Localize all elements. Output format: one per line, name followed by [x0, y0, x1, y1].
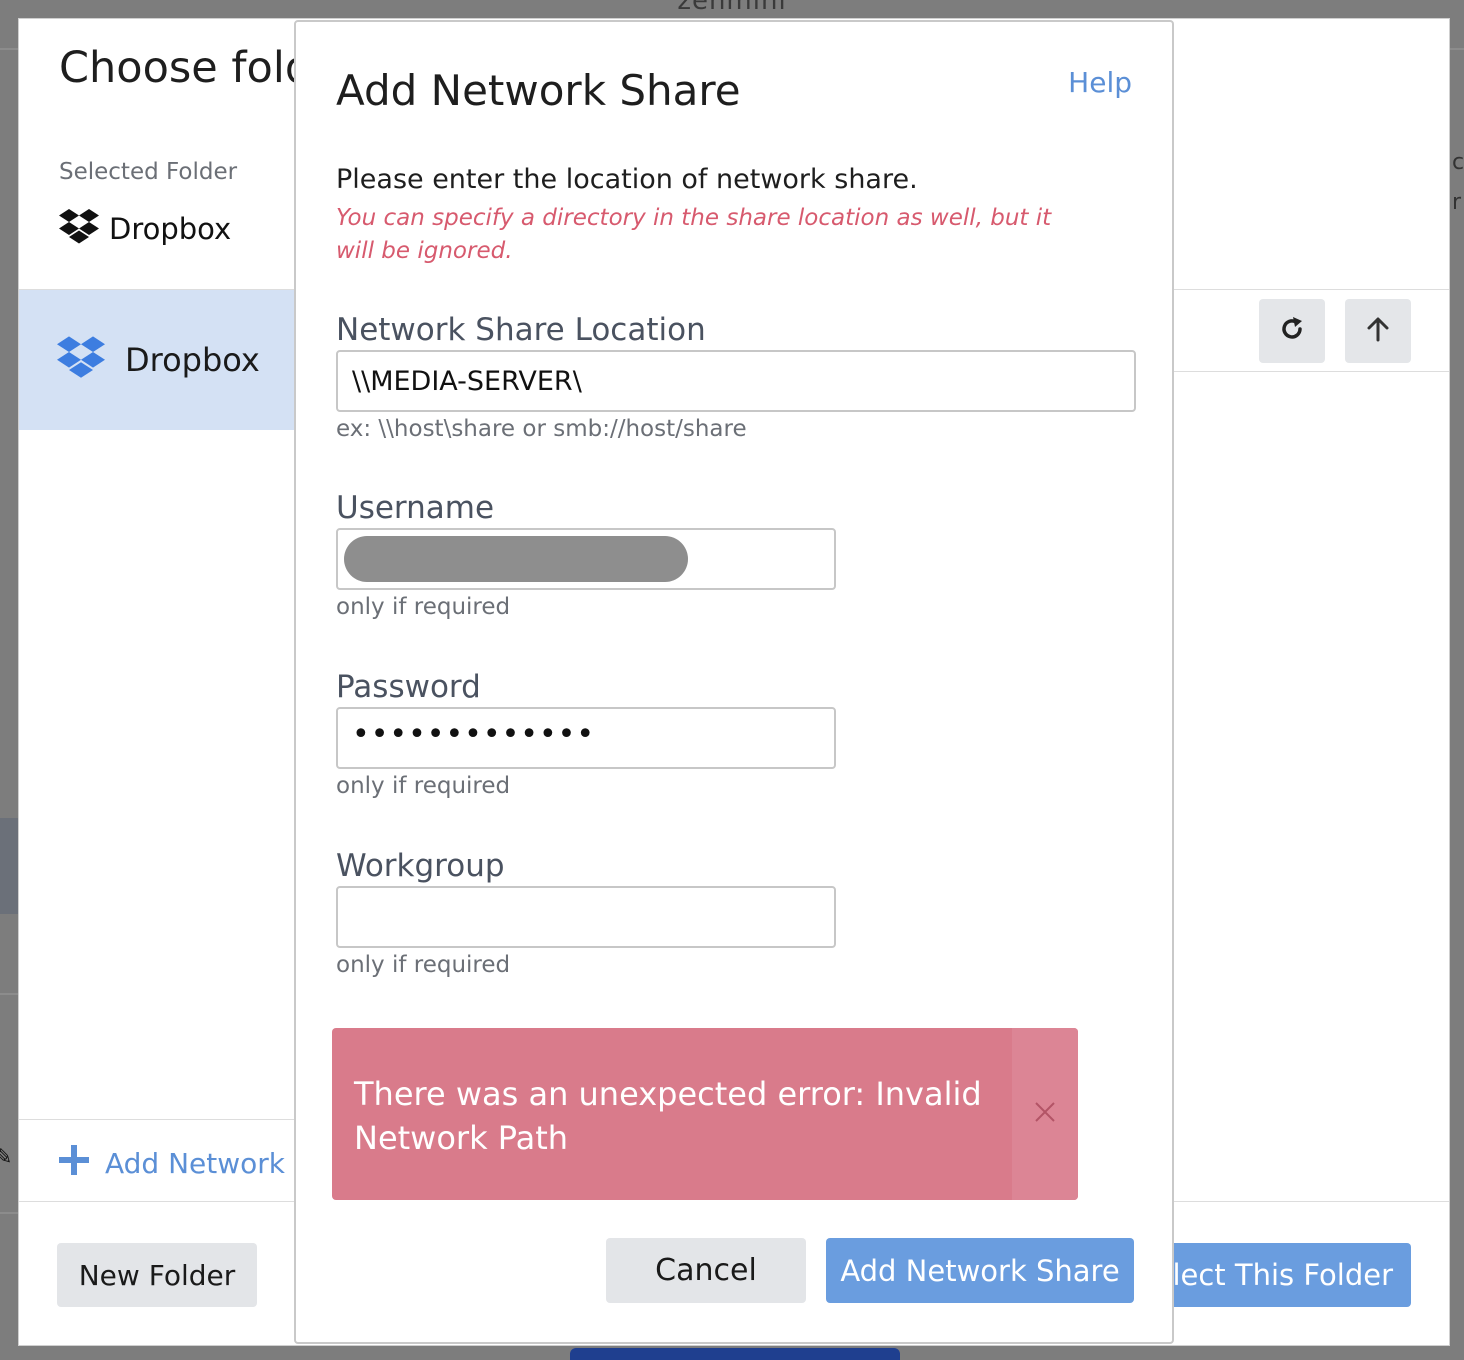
- dropbox-icon: [57, 336, 105, 384]
- error-message: There was an unexpected error: Invalid N…: [354, 1075, 982, 1157]
- workgroup-input[interactable]: [336, 886, 836, 948]
- password-label: Password: [336, 669, 481, 705]
- cancel-button[interactable]: Cancel: [606, 1238, 806, 1303]
- add-network-share-label: Add Network S: [105, 1147, 312, 1180]
- plus-icon: [59, 1145, 89, 1182]
- close-icon: [1034, 1101, 1056, 1127]
- sidebar-item-dropbox[interactable]: Dropbox: [19, 290, 309, 430]
- close-error-button[interactable]: [1012, 1028, 1078, 1200]
- location-label: Network Share Location: [336, 312, 706, 348]
- workgroup-help: only if required: [336, 952, 511, 978]
- background-button: [570, 1348, 900, 1360]
- intro-text: Please enter the location of network sha…: [336, 164, 918, 195]
- password-input[interactable]: •••••••••••••: [336, 707, 836, 769]
- username-help: only if required: [336, 594, 511, 620]
- parent-folder-button[interactable]: [1345, 299, 1411, 363]
- add-network-share-modal: Add Network Share Help Please enter the …: [294, 20, 1174, 1344]
- dropbox-icon: [59, 209, 99, 249]
- modal-title: Add Network Share: [336, 66, 741, 115]
- background-text-fragment: r: [1452, 190, 1462, 215]
- divider: [19, 1119, 309, 1120]
- password-mask: •••••••••••••: [352, 717, 596, 752]
- selected-folder-value: Dropbox: [59, 209, 231, 249]
- divider: [1169, 371, 1449, 372]
- add-network-share-button[interactable]: Add Network Share: [826, 1238, 1134, 1303]
- app-title: zenmini: [677, 0, 787, 16]
- dialog-title: Choose fold: [59, 43, 313, 93]
- password-help: only if required: [336, 773, 511, 799]
- network-share-location-input[interactable]: [336, 350, 1136, 412]
- help-link[interactable]: Help: [1068, 66, 1132, 99]
- sidebar-item-label: Dropbox: [125, 341, 260, 379]
- select-this-folder-button[interactable]: elect This Folder: [1139, 1243, 1411, 1307]
- redacted-value: [344, 536, 688, 582]
- refresh-button[interactable]: [1259, 299, 1325, 363]
- location-help: ex: \\host\share or smb://host/share: [336, 416, 747, 442]
- background-divider: [0, 993, 18, 995]
- background-panel: [0, 818, 18, 914]
- refresh-icon: [1278, 315, 1306, 347]
- add-network-share-link[interactable]: Add Network S: [59, 1145, 312, 1182]
- selected-folder-label: Selected Folder: [59, 159, 238, 185]
- background-divider: [0, 1212, 18, 1214]
- pencil-icon: ✎: [0, 1145, 13, 1170]
- hint-text: You can specify a directory in the share…: [336, 205, 1052, 264]
- selected-folder-name: Dropbox: [109, 212, 232, 246]
- workgroup-label: Workgroup: [336, 848, 505, 884]
- arrow-up-icon: [1364, 315, 1392, 347]
- error-alert: There was an unexpected error: Invalid N…: [332, 1028, 1078, 1200]
- background-text-fragment: c: [1452, 150, 1464, 175]
- new-folder-button[interactable]: New Folder: [57, 1243, 257, 1307]
- username-label: Username: [336, 490, 495, 526]
- username-input[interactable]: [336, 528, 836, 590]
